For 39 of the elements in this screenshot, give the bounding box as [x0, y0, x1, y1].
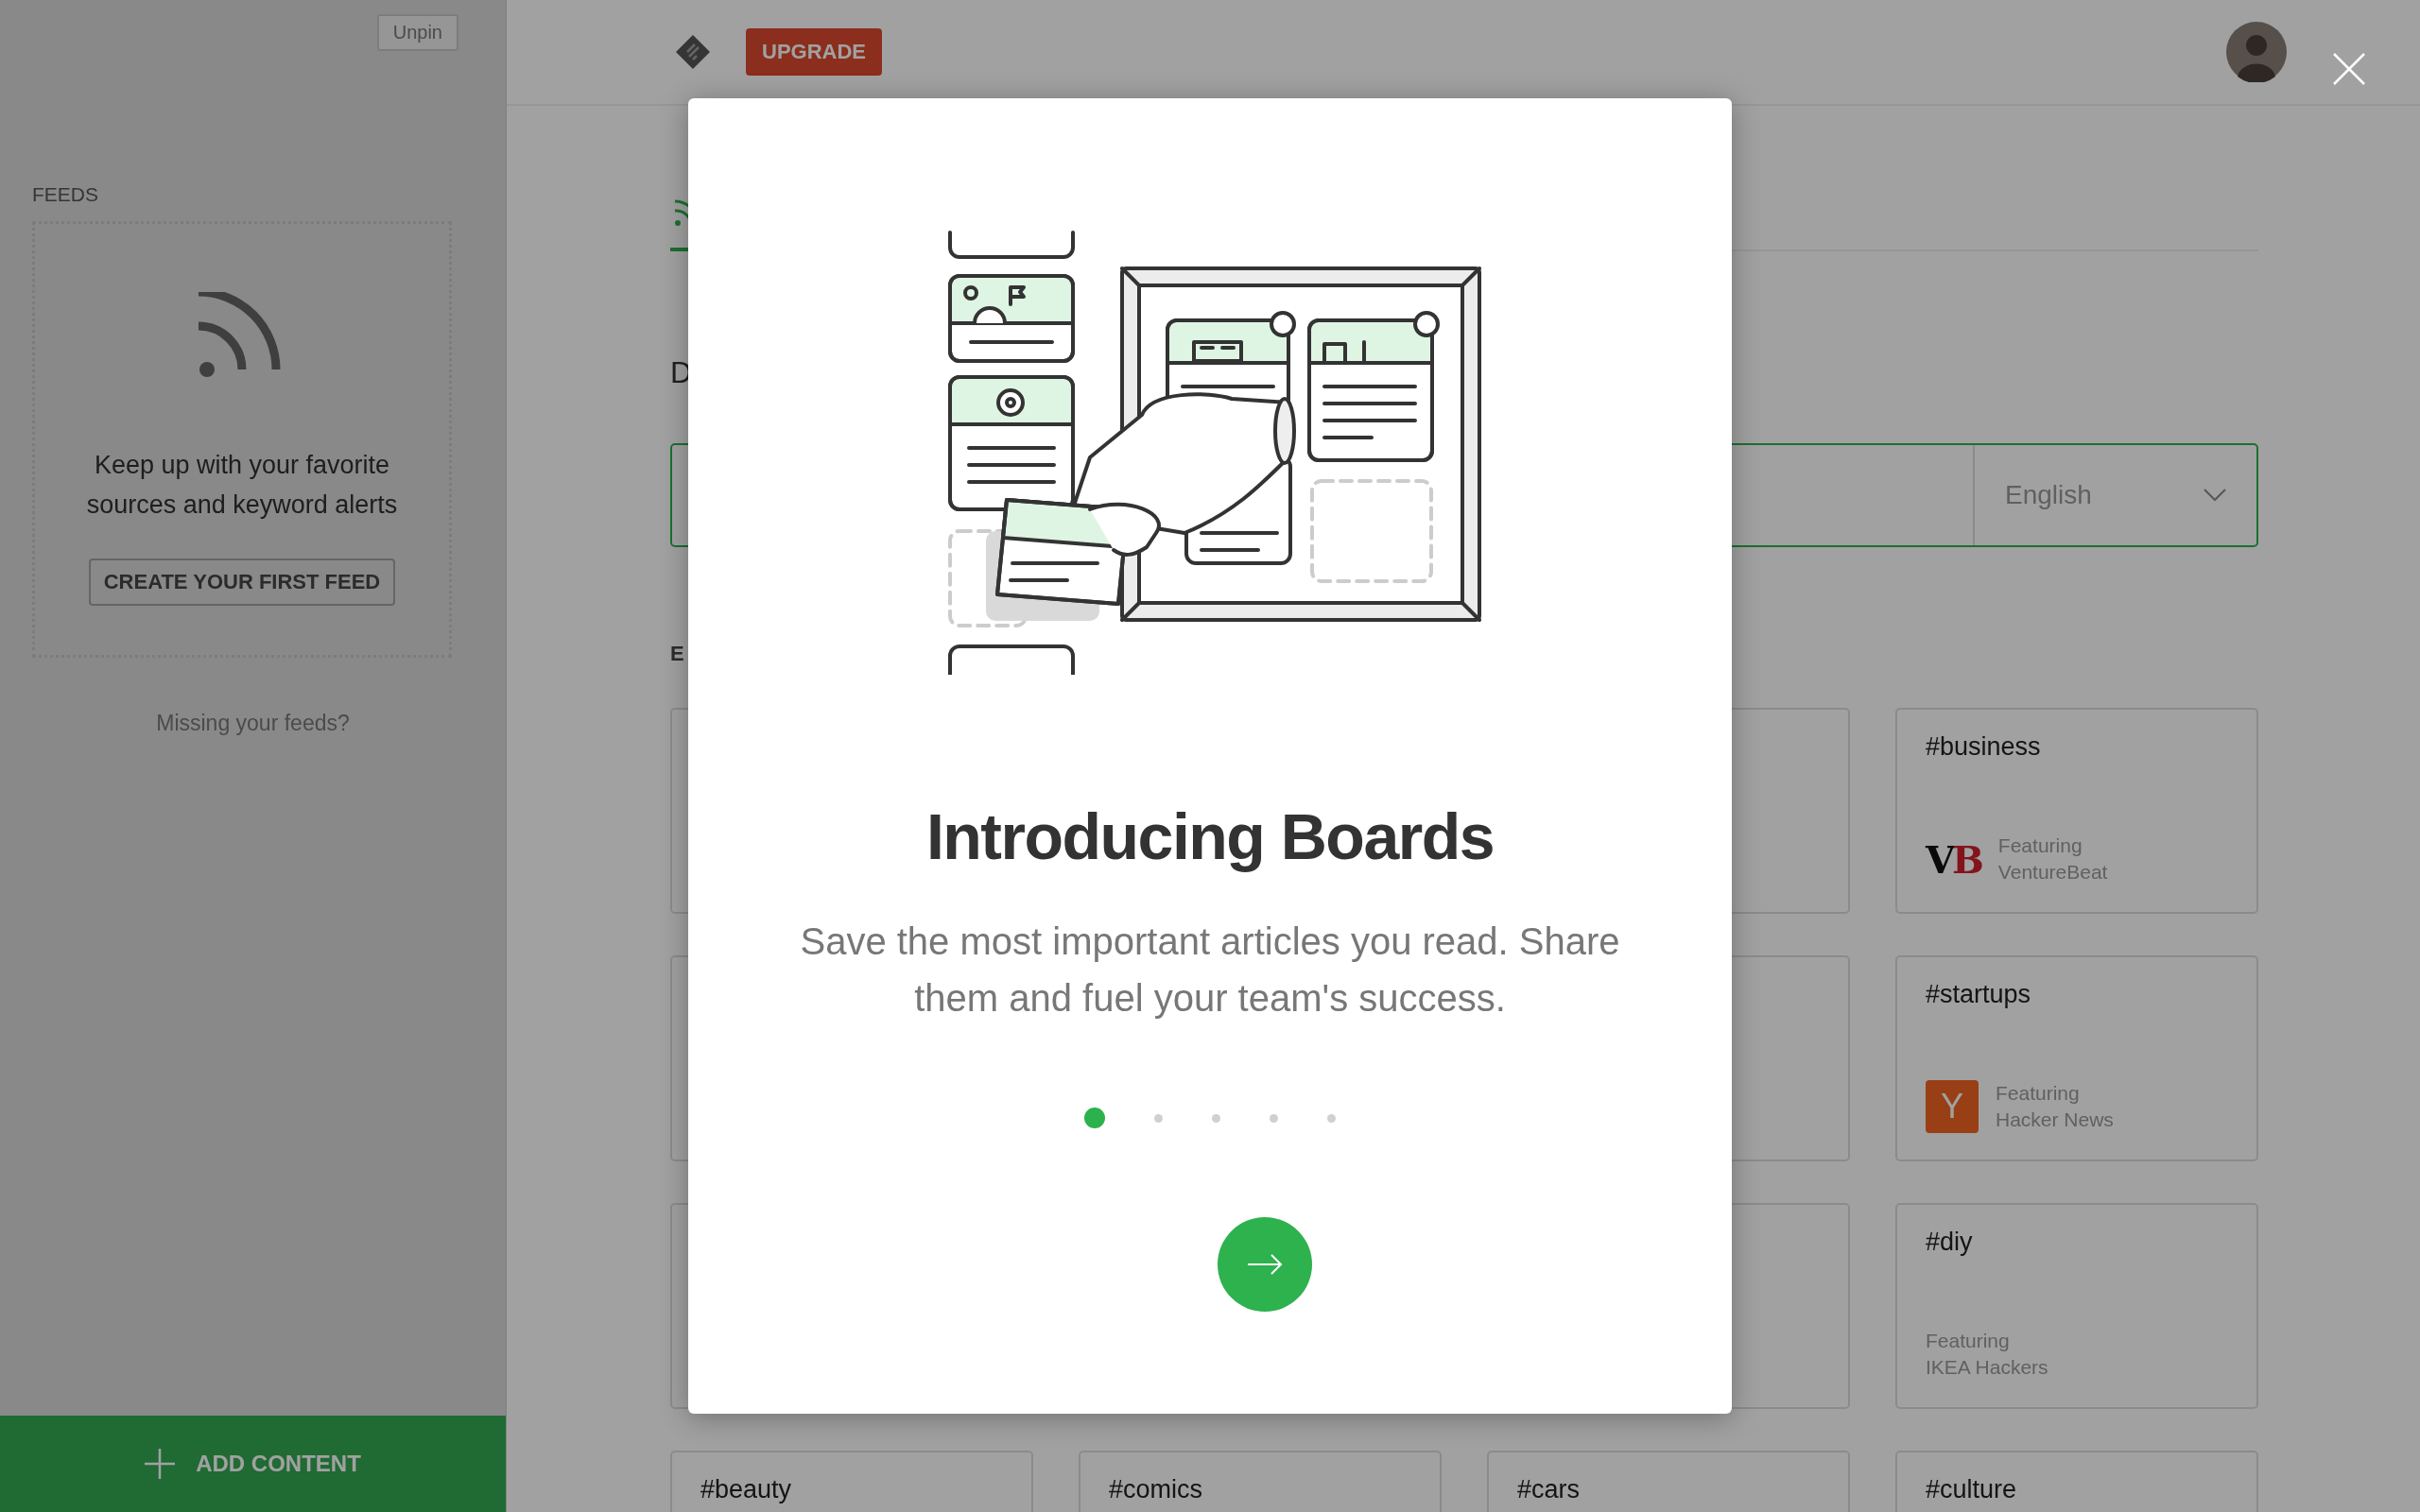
- page-dot[interactable]: [1327, 1113, 1336, 1123]
- page-dot[interactable]: [1270, 1113, 1278, 1123]
- topic-card[interactable]: #culture: [1895, 1451, 2258, 1512]
- topic-card[interactable]: #diy Featuring IKEA Hackers: [1895, 1203, 2258, 1409]
- dialog-title: Introducing Boards: [925, 799, 1495, 874]
- section-title: FEEDS: [32, 183, 99, 206]
- create-feed-button[interactable]: CREATE YOUR FIRST FEED: [88, 558, 396, 606]
- page-dot[interactable]: [1084, 1108, 1105, 1128]
- page-dot[interactable]: [1212, 1113, 1220, 1123]
- featuring-label: Featuring: [1997, 833, 2083, 858]
- topic-title: #business: [1926, 732, 2042, 762]
- source-name: VentureBeat: [1997, 860, 2108, 885]
- section-label: E: [670, 642, 685, 666]
- topic-card[interactable]: #comics: [1079, 1451, 1442, 1512]
- source-logo: Y: [1926, 1080, 1979, 1133]
- source-name: IKEA Hackers: [1926, 1355, 2048, 1380]
- page-dot[interactable]: [1154, 1113, 1163, 1123]
- featuring-label: Featuring: [1996, 1081, 2081, 1106]
- avatar[interactable]: [2226, 22, 2287, 82]
- topic-title: #beauty: [700, 1475, 793, 1504]
- topic-title: #cars: [1517, 1475, 1582, 1504]
- topic-title: #startups: [1926, 980, 2032, 1009]
- topic-card[interactable]: #cars: [1487, 1451, 1850, 1512]
- topic-card[interactable]: #startups Y Featuring Hacker News: [1895, 955, 2258, 1161]
- featuring-label: Featuring: [1926, 1329, 2011, 1353]
- chevron-down-icon: [2204, 489, 2226, 502]
- dialog-text: Save the most important articles you read. Share them and fuel your team's success.: [799, 919, 1621, 1021]
- topic-title: #culture: [1926, 1475, 2018, 1504]
- plus-icon: [145, 1449, 176, 1479]
- arrow-right-icon: [1246, 1253, 1284, 1276]
- topic-card[interactable]: #beauty: [670, 1451, 1033, 1512]
- topic-title: #comics: [1109, 1475, 1204, 1504]
- empty-state-message: Keep up with your favorite sources and keyword alerts: [85, 450, 399, 521]
- source-logo: VB: [1926, 836, 1981, 882]
- close-icon[interactable]: [2332, 52, 2366, 86]
- logo-icon[interactable]: [674, 33, 712, 71]
- topic-title: #diy: [1926, 1228, 1974, 1257]
- source-name: Hacker News: [1996, 1108, 2114, 1132]
- rss-icon: [674, 198, 689, 227]
